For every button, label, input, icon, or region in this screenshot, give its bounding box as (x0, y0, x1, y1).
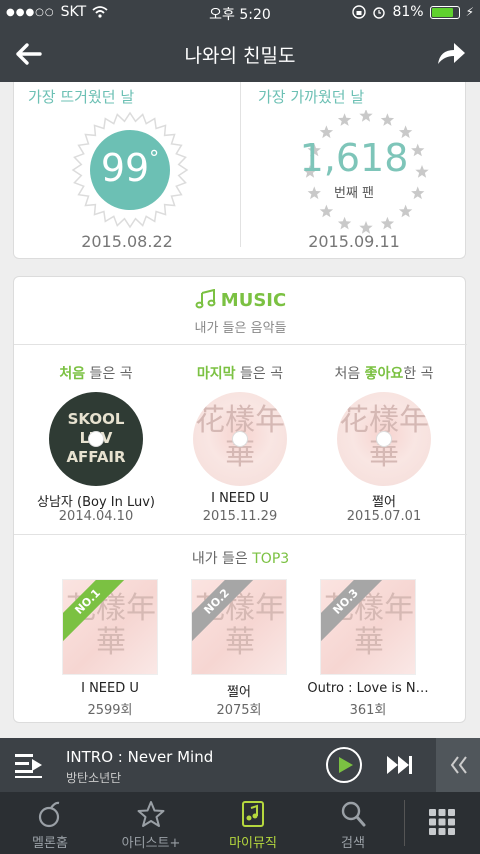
star-icon (380, 216, 395, 230)
disc-hole (88, 431, 104, 447)
grid-menu-icon[interactable] (428, 808, 456, 836)
first-liked-label: 처음 좋아요한 곡 (334, 366, 434, 382)
tab-label: 멜론홈 (32, 836, 68, 851)
music-header: MUSIC 내가 들은 음악들 (14, 277, 467, 345)
wifi-icon (92, 6, 108, 18)
song-title: 쩔어 (372, 495, 396, 510)
song-title: I NEED U (211, 491, 269, 506)
tab-separator (404, 800, 405, 846)
song-title: 상남자 (Boy In Luv) (36, 495, 155, 510)
tab-label: 검색 (341, 836, 365, 851)
star-icon (398, 204, 413, 218)
song-date: 2015.11.29 (202, 509, 278, 524)
tab-melon-home[interactable]: 멜론홈 (2, 792, 98, 854)
album-cover: 花樣年華 NO.1 (62, 579, 158, 675)
album-disc-skool-luv-affair: SKOOL LUV AFFAIR (49, 392, 143, 486)
star-icon (319, 204, 334, 218)
tab-my-music[interactable]: 마이뮤직 (205, 792, 301, 854)
album-disc-hwayangyeonhwa: 花樣年華 (337, 392, 431, 486)
closest-day-date: 2015.09.11 (308, 232, 400, 251)
now-playing-artist: 방탄소년단 (66, 771, 122, 785)
top3-item-2[interactable]: 花樣年華 NO.2 쩔어 2075회 (171, 579, 301, 719)
first-liked-song[interactable]: 처음 좋아요한 곡 花樣年華 쩔어 2015.07.01 (314, 345, 454, 535)
hottest-day-date: 2015.08.22 (81, 232, 173, 251)
play-count: 2075회 (216, 703, 262, 718)
player-drawer-handle[interactable] (436, 738, 480, 792)
fan-rank-label: 번째 팬 (333, 186, 374, 201)
first-listened-label: 처음 들은 곡 (59, 366, 133, 382)
star-icon (137, 801, 165, 827)
music-subtitle: 내가 들은 음악들 (194, 321, 287, 336)
star-icon (337, 216, 352, 230)
melon-home-icon (38, 801, 60, 828)
song-date: 2014.04.10 (58, 509, 134, 524)
next-track-icon[interactable] (386, 754, 414, 776)
charging-icon: ⚡ (465, 5, 474, 19)
intimacy-stats-card: 가장 뜨거웠던 날 99° 2015.08.22 가장 가까웠던 날 1,618… (13, 82, 466, 259)
alarm-icon (373, 7, 386, 19)
double-chevron-left-icon (450, 756, 467, 774)
top3-title: 내가 들은 TOP3 (191, 551, 290, 567)
song-title: Outro : Love is N… (307, 681, 429, 696)
temperature-value: 99° (100, 146, 160, 190)
status-right: 81% ⚡ (352, 4, 474, 20)
music-card: MUSIC 내가 들은 음악들 처음 들은 곡 SKOOL LUV AFFAIR… (13, 276, 467, 723)
hottest-day-title: 가장 뜨거웠던 날 (28, 88, 135, 106)
top3-item-3[interactable]: 花樣年華 NO.3 Outro : Love is N… 361회 (300, 579, 430, 719)
first-listened-song[interactable]: 처음 들은 곡 SKOOL LUV AFFAIR 상남자 (Boy In Luv… (26, 345, 166, 535)
page-title: 나와의 친밀도 (184, 45, 296, 67)
music-title: MUSIC (14, 288, 467, 311)
music-note-icon (195, 288, 216, 309)
star-icon (359, 110, 373, 122)
rotation-lock-icon (352, 5, 367, 19)
carrier: SKT (60, 4, 87, 20)
top3-item-1[interactable]: 花樣年華 NO.1 I NEED U 2599회 (42, 579, 172, 719)
play-count: 2599회 (87, 703, 133, 718)
album-disc-hwayangyeonhwa: 花樣年華 (193, 392, 287, 486)
star-icon (380, 113, 395, 126)
closest-day-title: 가장 가까웠던 날 (258, 88, 365, 106)
star-icon (337, 113, 352, 126)
tab-label: 마이뮤직 (229, 836, 277, 851)
tab-artist-plus[interactable]: 아티스트+ (103, 792, 199, 854)
album-cover: 花樣年華 NO.2 (191, 579, 287, 675)
song-date: 2015.07.01 (346, 509, 422, 524)
my-music-icon (242, 801, 264, 827)
battery-icon (429, 5, 460, 19)
first-songs-row: 처음 들은 곡 SKOOL LUV AFFAIR 상남자 (Boy In Luv… (14, 345, 467, 535)
fan-rank-value: 1,618 (299, 136, 409, 180)
battery-percent: 81% (392, 4, 424, 20)
status-left: ●●●○○ SKT (6, 4, 108, 20)
play-count: 361회 (349, 703, 387, 718)
last-listened-song[interactable]: 마지막 들은 곡 花樣年華 I NEED U 2015.11.29 (170, 345, 310, 535)
tab-search[interactable]: 검색 (305, 792, 401, 854)
nav-bar: 나와의 친밀도 (0, 26, 480, 82)
status-bar: ●●●○○ SKT 오후 5:20 81% ⚡ (0, 0, 480, 26)
song-title: 쩔어 (227, 685, 251, 700)
album-cover: 花樣年華 NO.3 (320, 579, 416, 675)
last-listened-label: 마지막 들은 곡 (196, 366, 284, 382)
disc-hole (232, 431, 248, 447)
song-title: I NEED U (81, 681, 139, 696)
tab-label: 아티스트+ (121, 836, 181, 851)
play-button[interactable] (326, 747, 362, 783)
share-arrow-icon[interactable] (434, 38, 468, 70)
tab-bar: 멜론홈 아티스트+ 마이뮤직 검색 (0, 792, 480, 854)
playlist-icon[interactable] (14, 751, 44, 779)
play-icon (339, 757, 353, 773)
signal-icon: ●●●○○ (6, 6, 55, 18)
disc-hole (376, 431, 392, 447)
temperature-badge: 99° (70, 110, 190, 230)
mini-player: INTRO : Never Mind 방탄소년단 (0, 738, 480, 792)
now-playing-title[interactable]: INTRO : Never Mind (66, 748, 213, 766)
search-icon (341, 801, 366, 827)
